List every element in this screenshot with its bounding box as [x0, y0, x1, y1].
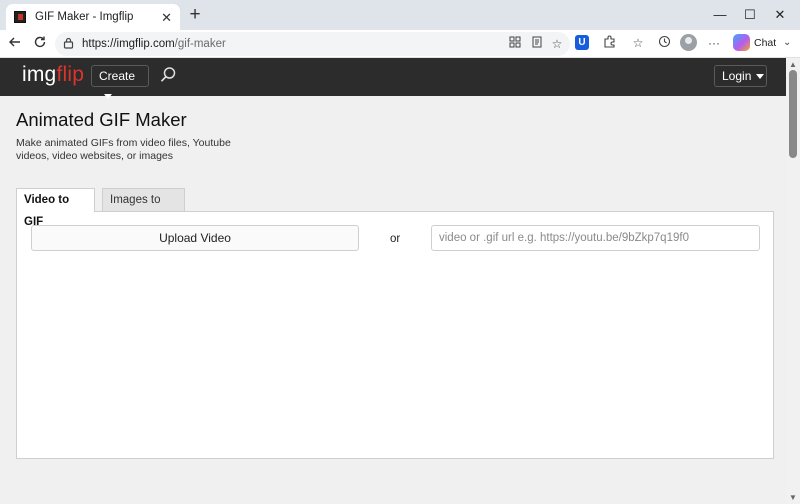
chevron-down-icon[interactable]: ⌄ — [783, 37, 791, 48]
imgflip-logo[interactable]: imgflip — [22, 63, 84, 87]
page-title: Animated GIF Maker — [16, 109, 187, 130]
browser-tab[interactable]: GIF Maker - Imgflip ✕ — [6, 4, 180, 30]
scroll-up-arrow-icon[interactable]: ▲ — [789, 60, 797, 69]
maximize-button[interactable]: ☐ — [736, 6, 764, 24]
address-bar[interactable]: https://imgflip.com/gif-maker ☆ — [55, 32, 570, 56]
more-icon[interactable]: ··· — [705, 35, 723, 51]
browser-titlebar: GIF Maker - Imgflip ✕ + — ☐ ✕ — [0, 0, 800, 30]
close-window-button[interactable]: ✕ — [766, 6, 794, 24]
create-label: Create — [99, 69, 136, 83]
browser-toolbar: https://imgflip.com/gif-maker ☆ U ☆ ··· … — [0, 30, 800, 58]
logo-flip: flip — [56, 63, 85, 86]
login-label: Login — [722, 69, 752, 83]
scroll-thumb[interactable] — [789, 70, 797, 158]
extensions-icon[interactable] — [600, 35, 618, 52]
caret-down-icon — [756, 74, 765, 80]
minimize-button[interactable]: — — [706, 6, 734, 24]
search-icon[interactable] — [159, 66, 177, 84]
bitwarden-icon[interactable]: U — [575, 35, 589, 50]
create-menu-button[interactable]: Create — [91, 65, 149, 100]
upload-video-button[interactable]: Upload Video — [31, 225, 359, 251]
reader-icon[interactable] — [528, 36, 546, 52]
chat-label[interactable]: Chat — [754, 37, 776, 49]
page-scrollbar[interactable]: ▲ ▼ — [786, 58, 800, 504]
refresh-icon[interactable] — [29, 34, 51, 54]
tab-images-to-gif[interactable]: Images to GIF — [102, 188, 185, 228]
imgflip-favicon-icon — [14, 11, 26, 23]
url-path: /gif-maker — [174, 38, 226, 50]
or-separator: or — [390, 233, 401, 245]
apps-icon[interactable] — [506, 36, 524, 52]
history-icon[interactable] — [655, 35, 673, 52]
url-host: https://imgflip.com — [82, 38, 175, 50]
lock-icon — [63, 37, 74, 52]
caret-down-icon — [104, 94, 112, 100]
gif-maker-panel: Upload Video or — [16, 211, 774, 459]
video-url-input[interactable] — [431, 225, 760, 251]
close-tab-icon[interactable]: ✕ — [161, 11, 172, 24]
copilot-icon[interactable] — [733, 34, 750, 51]
logo-main: img — [22, 63, 57, 86]
profile-icon[interactable] — [680, 34, 697, 51]
favorites-icon[interactable]: ☆ — [629, 35, 647, 51]
back-icon[interactable] — [4, 34, 26, 54]
tab-video-to-gif[interactable]: Video to GIF — [16, 188, 95, 228]
scroll-down-arrow-icon[interactable]: ▼ — [789, 493, 797, 502]
login-button[interactable]: Login — [714, 65, 767, 87]
site-navbar: imgflip Create Login — [0, 58, 786, 100]
new-tab-button[interactable]: + — [184, 5, 206, 25]
tab-title: GIF Maker - Imgflip — [35, 11, 134, 23]
favorite-star-icon[interactable]: ☆ — [548, 36, 566, 52]
page-subtitle: Make animated GIFs from video files, You… — [16, 137, 231, 162]
url-text: https://imgflip.com/gif-maker — [82, 38, 226, 50]
